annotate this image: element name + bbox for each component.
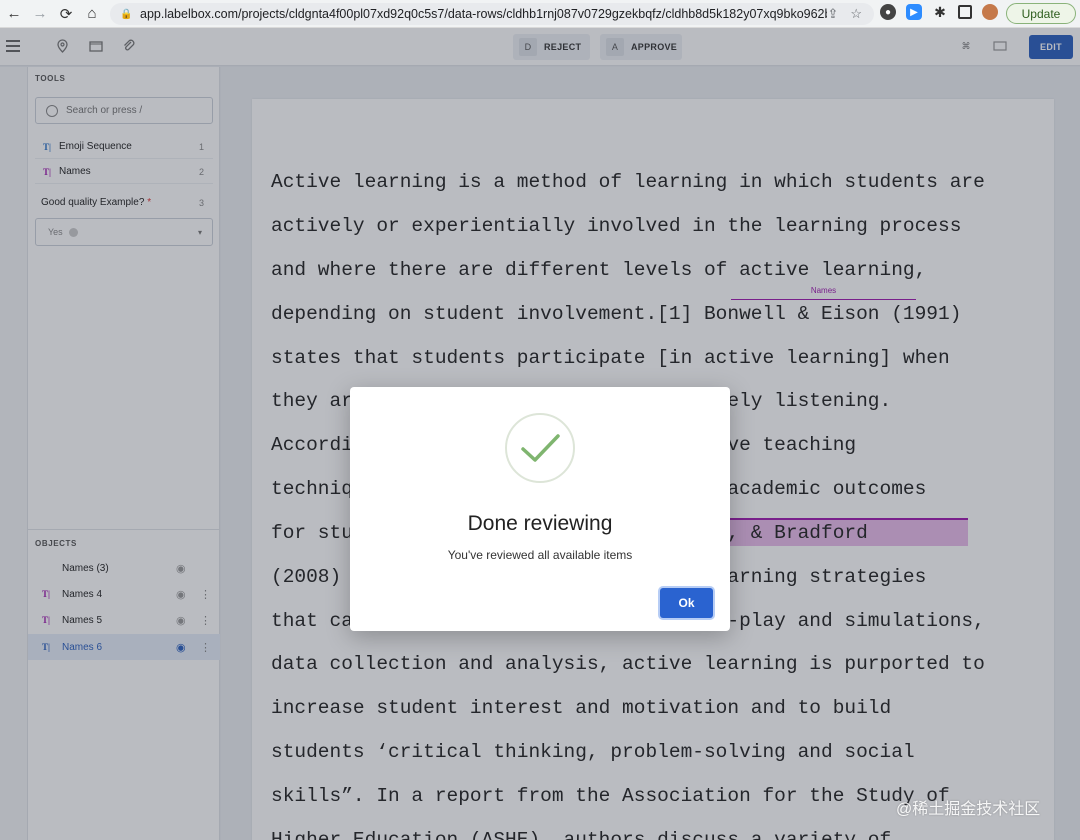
sidepanel-icon[interactable] [958,5,972,19]
home-icon[interactable]: ⌂ [80,0,104,28]
dialog-message: You've reviewed all available items [447,548,633,562]
back-icon[interactable]: ← [2,0,26,28]
extension-icon[interactable]: ● [880,4,896,20]
done-reviewing-dialog: Done reviewing You've reviewed all avail… [350,387,730,631]
ok-button[interactable]: Ok [660,588,713,618]
success-check-icon [505,413,575,483]
forward-icon[interactable]: → [28,0,52,28]
update-button[interactable]: Update [1006,3,1076,24]
profile-avatar[interactable] [982,4,998,20]
bookmark-star-icon[interactable]: ☆ [850,6,862,22]
lock-icon: 🔒 [120,8,133,20]
share-icon[interactable]: ⇪ [827,6,838,22]
address-bar[interactable]: 🔒 app.labelbox.com/projects/cldgnta4f00p… [110,3,874,25]
browser-toolbar: ← → ⟳ ⌂ 🔒 app.labelbox.com/projects/cldg… [0,0,1080,28]
puzzle-icon[interactable]: ✱ [932,4,948,20]
watermark-text: @稀土掘金技术社区 [896,801,1041,818]
zoom-extension-icon[interactable]: ▶ [906,4,922,20]
reload-icon[interactable]: ⟳ [54,0,78,28]
url-text: app.labelbox.com/projects/cldgnta4f00pl0… [140,7,828,21]
dialog-title: Done reviewing [467,512,613,535]
